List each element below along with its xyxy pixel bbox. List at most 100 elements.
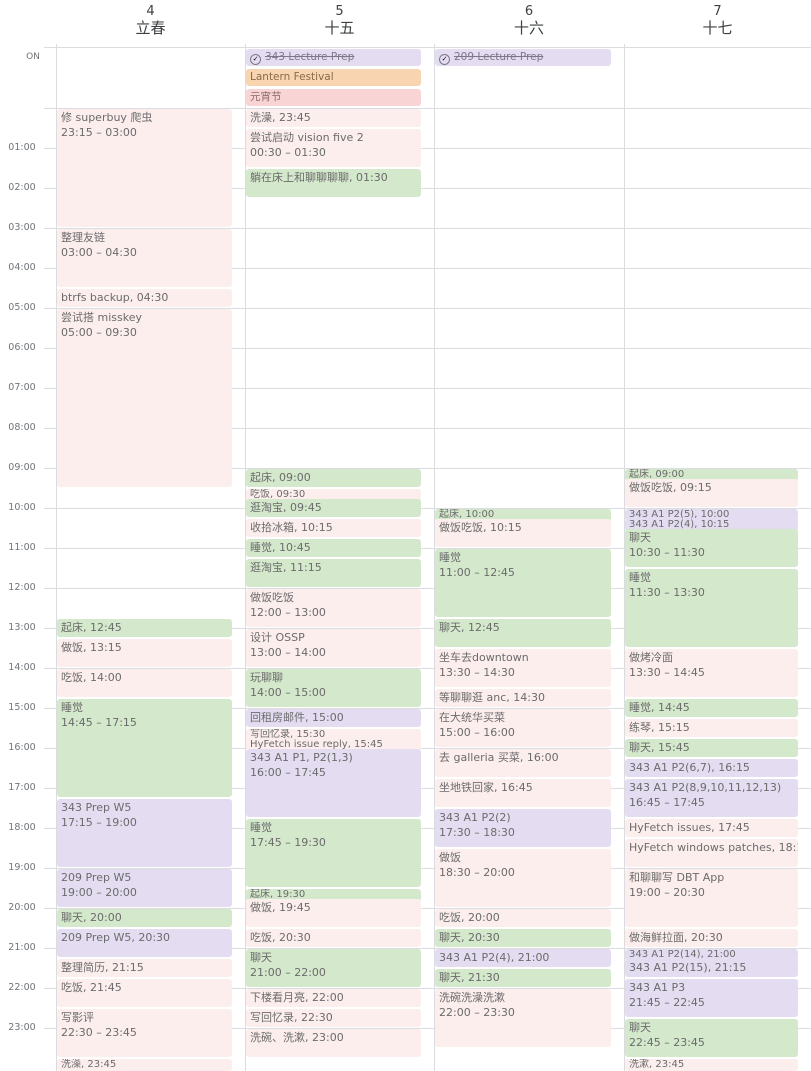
calendar-event[interactable]: 聊天 21:00 – 22:00 <box>246 949 421 987</box>
calendar-event[interactable]: 睡觉, 14:45 <box>625 699 798 717</box>
day-number[interactable]: 4 <box>61 4 241 19</box>
calendar-event[interactable]: 洗漱, 23:45 <box>625 1059 798 1071</box>
all-day-event[interactable]: ✓ 209 Lecture Prep <box>435 49 611 66</box>
calendar-event[interactable]: 睡觉 14:45 – 17:15 <box>57 699 232 797</box>
calendar-event[interactable]: HyFetch windows patches, 18:15 <box>625 839 798 867</box>
calendar-event[interactable]: 写影评 22:30 – 23:45 <box>57 1009 232 1057</box>
all-day-event[interactable]: ✓ 343 Lecture Prep <box>246 49 421 66</box>
calendar-event[interactable]: 吃饭, 20:00 <box>435 909 611 927</box>
calendar-event[interactable]: 睡觉 11:00 – 12:45 <box>435 549 611 617</box>
hour-label: 17:00 <box>8 782 36 793</box>
calendar-event[interactable]: btrfs backup, 04:30 <box>57 289 232 307</box>
calendar-event[interactable]: 尝试搭 misskey 05:00 – 09:30 <box>57 309 232 487</box>
event-time: 20:30 <box>468 931 500 944</box>
calendar-event[interactable]: 209 Prep W5, 20:30 <box>57 929 232 957</box>
event-title: 躺在床上和聊聊聊聊 <box>250 171 349 184</box>
calendar-event[interactable]: 洗澡, 23:45 <box>57 1059 232 1071</box>
hour-label: 20:00 <box>8 902 36 913</box>
calendar-event[interactable]: 343 A1 P1, P2(1,3) 16:00 – 17:45 <box>246 749 421 817</box>
calendar-event[interactable]: 聊天, 15:45 <box>625 739 798 757</box>
all-day-event[interactable]: Lantern Festival <box>246 69 421 86</box>
calendar-event[interactable]: 吃饭, 20:30 <box>246 929 421 947</box>
calendar-event[interactable]: 坐车去downtown 13:30 – 14:30 <box>435 649 611 687</box>
calendar-event[interactable]: 343 A1 P2(6,7), 16:15 <box>625 759 798 777</box>
calendar-event[interactable]: 回租房邮件, 15:00 <box>246 709 421 727</box>
event-time: 20:30 <box>691 931 723 944</box>
calendar-event[interactable]: 聊天 10:30 – 11:30 <box>625 529 798 567</box>
event-title: 修 superbuy 爬虫 <box>61 111 153 124</box>
event-title: 洗澡 <box>61 1059 81 1070</box>
calendar-event[interactable]: 做饭吃饭, 09:15 <box>625 479 798 507</box>
calendar-event[interactable]: 聊天, 21:30 <box>435 969 611 987</box>
calendar-event[interactable]: 343 A1 P2(15), 21:15 <box>625 959 798 977</box>
calendar-event[interactable]: 做烤冷面 13:30 – 14:45 <box>625 649 798 697</box>
calendar-event[interactable]: 收拾冰箱, 10:15 <box>246 519 421 537</box>
calendar-event[interactable]: 343 A1 P2(4), 21:00 <box>435 949 611 967</box>
calendar-event[interactable]: 做饭吃饭 12:00 – 13:00 <box>246 589 421 627</box>
calendar-event[interactable]: 洗澡, 23:45 <box>246 109 421 127</box>
calendar-event[interactable]: 下楼看月亮, 22:00 <box>246 989 421 1007</box>
calendar-event[interactable]: 设计 OSSP 13:00 – 14:00 <box>246 629 421 667</box>
calendar-event[interactable]: 练琴, 15:15 <box>625 719 798 737</box>
calendar-event[interactable]: 睡觉 17:45 – 19:30 <box>246 819 421 887</box>
event-title: 起床 <box>250 471 272 484</box>
day-number[interactable]: 5 <box>250 4 430 19</box>
calendar-event[interactable]: 整理简历, 21:15 <box>57 959 232 977</box>
event-title: 逛淘宝 <box>250 561 283 574</box>
calendar-event[interactable]: 坐地铁回家, 16:45 <box>435 779 611 807</box>
event-title: 睡觉 <box>439 551 461 564</box>
event-title: 在大统华买菜 <box>439 711 505 724</box>
day-number[interactable]: 6 <box>439 4 619 19</box>
hour-label: 22:00 <box>8 982 36 993</box>
calendar-event[interactable]: 343 A1 P2(2) 17:30 – 18:30 <box>435 809 611 847</box>
event-title: 吃饭 <box>439 911 461 924</box>
all-day-title: Lantern Festival <box>250 71 334 83</box>
calendar-event[interactable]: 209 Prep W5 19:00 – 20:00 <box>57 869 232 907</box>
calendar-event[interactable]: 尝试启动 vision five 2 00:30 – 01:30 <box>246 129 421 167</box>
calendar-event[interactable]: 起床, 09:00 <box>246 469 421 487</box>
calendar-event[interactable]: 逛淘宝, 09:45 <box>246 499 421 517</box>
event-title: 睡觉 <box>629 571 651 584</box>
all-day-event[interactable]: 元宵节 <box>246 89 421 106</box>
calendar-event[interactable]: 做饭 18:30 – 20:00 <box>435 849 611 907</box>
event-time: 21:00 <box>517 951 550 964</box>
event-time: 15:45 <box>658 741 690 754</box>
calendar-event[interactable]: 修 superbuy 爬虫 23:15 – 03:00 <box>57 109 232 227</box>
calendar-event[interactable]: 写回忆录, 22:30 <box>246 1009 421 1027</box>
event-time: 17:30 – 18:30 <box>439 826 515 839</box>
calendar-event[interactable]: 聊天, 20:00 <box>57 909 232 927</box>
day-number[interactable]: 7 <box>628 4 808 19</box>
calendar-event[interactable]: 等聊聊逛 anc, 14:30 <box>435 689 611 707</box>
calendar-event[interactable]: 聊天, 12:45 <box>435 619 611 647</box>
calendar-event[interactable]: 做海鲜拉面, 20:30 <box>625 929 798 947</box>
calendar-event[interactable]: 做饭, 13:15 <box>57 639 232 667</box>
calendar-event[interactable]: 聊天 22:45 – 23:45 <box>625 1019 798 1057</box>
calendar-event[interactable]: 起床, 12:45 <box>57 619 232 637</box>
calendar-event[interactable]: 343 A1 P2(8,9,10,11,12,13) 16:45 – 17:45 <box>625 779 798 817</box>
calendar-event[interactable]: HyFetch issues, 17:45 <box>625 819 798 837</box>
calendar-event[interactable]: 343 Prep W5 17:15 – 19:00 <box>57 799 232 867</box>
calendar-event[interactable]: 睡觉 11:30 – 13:30 <box>625 569 798 647</box>
calendar-event[interactable]: 吃饭, 14:00 <box>57 669 232 697</box>
event-separator: , <box>129 291 137 304</box>
calendar-event[interactable]: 整理友链 03:00 – 04:30 <box>57 229 232 287</box>
event-title: 343 Prep W5 <box>61 801 132 814</box>
calendar-event[interactable]: 睡觉, 10:45 <box>246 539 421 557</box>
calendar-event[interactable]: 洗碗洗澡洗漱 22:00 – 23:30 <box>435 989 611 1047</box>
calendar-event[interactable]: 躺在床上和聊聊聊聊, 01:30 <box>246 169 421 197</box>
calendar-event[interactable]: 和聊聊写 DBT App 19:00 – 20:30 <box>625 869 798 927</box>
calendar-event[interactable]: 洗碗、洗漱, 23:00 <box>246 1029 421 1057</box>
calendar-event[interactable]: 在大统华买菜 15:00 – 16:00 <box>435 709 611 747</box>
event-title: 343 A1 P2(8,9,10,11,12,13) <box>629 781 782 794</box>
calendar-event[interactable]: 343 A1 P3 21:45 – 22:45 <box>625 979 798 1017</box>
calendar-event[interactable]: 吃饭, 21:45 <box>57 979 232 1007</box>
calendar-event[interactable]: 去 galleria 买菜, 16:00 <box>435 749 611 777</box>
event-time: 13:00 – 14:00 <box>250 646 326 659</box>
calendar-event[interactable]: 做饭吃饭, 10:15 <box>435 519 611 547</box>
event-time: 04:30 <box>136 291 169 304</box>
event-title: 玩聊聊 <box>250 671 283 684</box>
calendar-event[interactable]: 聊天, 20:30 <box>435 929 611 947</box>
calendar-event[interactable]: 逛淘宝, 11:15 <box>246 559 421 587</box>
calendar-event[interactable]: 玩聊聊 14:00 – 15:00 <box>246 669 421 707</box>
calendar-event[interactable]: 做饭, 19:45 <box>246 899 421 927</box>
